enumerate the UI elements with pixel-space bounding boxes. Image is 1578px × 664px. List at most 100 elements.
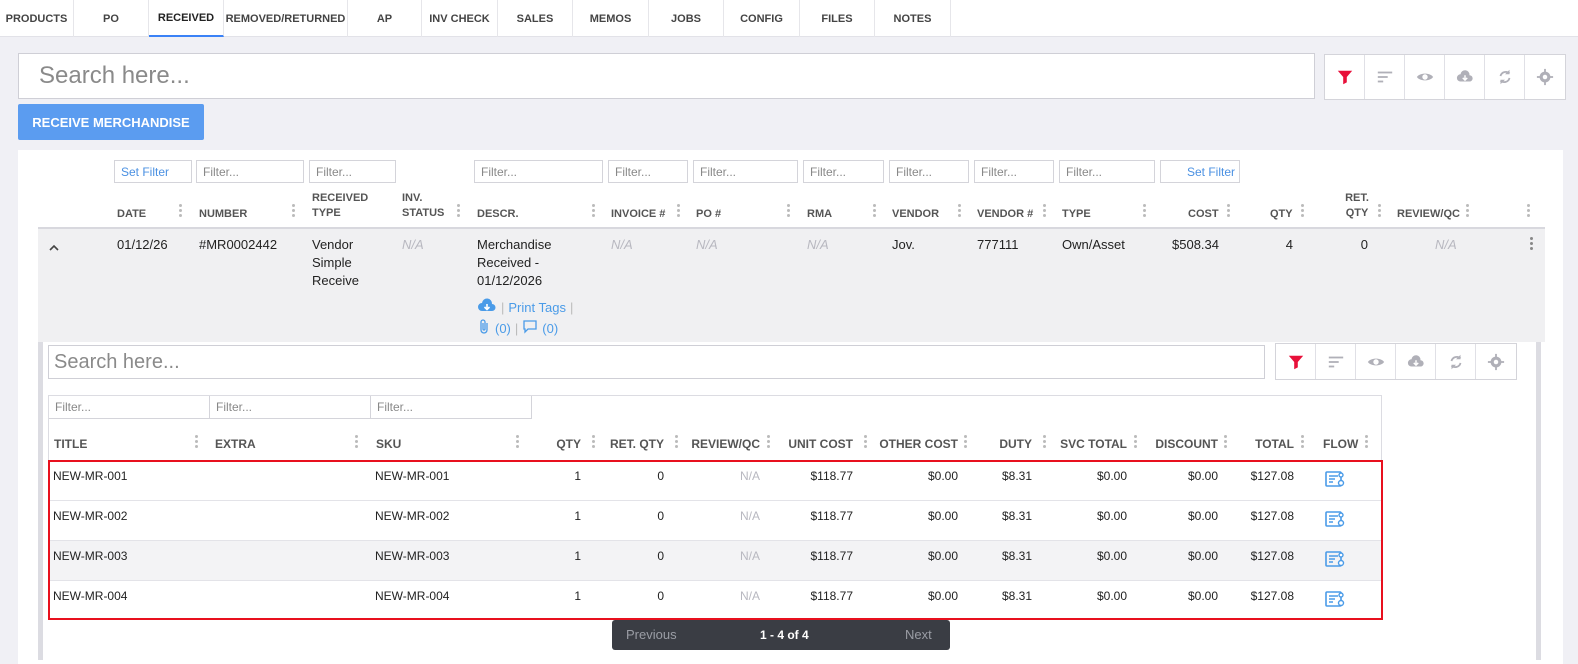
- refresh-icon[interactable]: [1485, 55, 1525, 99]
- sub-search-input[interactable]: Search here...: [48, 345, 1265, 379]
- invoice-filter[interactable]: Filter...: [608, 160, 688, 183]
- col-type[interactable]: TYPE: [1062, 207, 1091, 222]
- next-button[interactable]: Next: [905, 627, 932, 642]
- item-sku-link[interactable]: NEW-MR-001: [375, 469, 449, 483]
- col-date[interactable]: DATE: [117, 207, 146, 222]
- table-row[interactable]: NEW-MR-002 NEW-MR-002 1 0 N/A $118.77 $0…: [49, 500, 1381, 540]
- gear-icon[interactable]: [1525, 55, 1565, 99]
- sub-col-total[interactable]: TOTAL: [1230, 437, 1294, 451]
- po-filter[interactable]: Filter...: [693, 160, 798, 183]
- cloud-download-icon[interactable]: [1445, 55, 1485, 99]
- row-menu-icon[interactable]: [1530, 237, 1533, 252]
- column-resize-handle[interactable]: [355, 435, 358, 450]
- col-rma[interactable]: RMA: [807, 207, 832, 222]
- column-resize-handle[interactable]: [675, 435, 678, 450]
- filter-icon[interactable]: [1325, 55, 1365, 99]
- column-resize-handle[interactable]: [873, 204, 876, 219]
- sub-col-ret-qty[interactable]: RET. QTY: [600, 437, 664, 451]
- tab-ap[interactable]: AP: [348, 0, 422, 37]
- tab-products[interactable]: PRODUCTS: [0, 0, 74, 37]
- sub-col-extra[interactable]: EXTRA: [215, 437, 256, 451]
- column-resize-handle[interactable]: [179, 204, 182, 219]
- column-resize-handle[interactable]: [964, 435, 967, 450]
- tab-po[interactable]: PO: [74, 0, 149, 37]
- number-filter[interactable]: Filter...: [196, 160, 304, 183]
- col-received-type[interactable]: RECEIVED TYPE: [312, 191, 372, 221]
- column-resize-handle[interactable]: [292, 204, 295, 219]
- tab-received[interactable]: RECEIVED: [149, 0, 224, 37]
- filter-icon[interactable]: [1276, 344, 1316, 379]
- item-sku-link[interactable]: NEW-MR-004: [375, 589, 449, 603]
- column-resize-handle[interactable]: [958, 204, 961, 219]
- vendor-number-filter[interactable]: Filter...: [974, 160, 1054, 183]
- col-po[interactable]: PO #: [696, 207, 721, 222]
- col-review-qc[interactable]: REVIEW/QC: [1397, 207, 1460, 222]
- column-resize-handle[interactable]: [864, 435, 867, 450]
- col-number[interactable]: NUMBER: [199, 207, 247, 222]
- column-resize-handle[interactable]: [1043, 204, 1046, 219]
- sub-col-flow[interactable]: FLOW: [1323, 437, 1358, 451]
- table-row[interactable]: NEW-MR-004 NEW-MR-004 1 0 N/A $118.77 $0…: [49, 580, 1381, 620]
- cloud-download-icon[interactable]: [477, 297, 497, 318]
- search-input[interactable]: Search here...: [18, 53, 1315, 99]
- eye-icon[interactable]: [1356, 344, 1396, 379]
- sub-col-duty[interactable]: DUTY: [970, 437, 1032, 451]
- paperclip-icon[interactable]: [477, 318, 491, 339]
- tab-inv-check[interactable]: INV CHECK: [422, 0, 498, 37]
- column-resize-handle[interactable]: [767, 435, 770, 450]
- column-resize-handle[interactable]: [1134, 435, 1137, 450]
- type-filter[interactable]: Filter...: [1059, 160, 1155, 183]
- tab-sales[interactable]: SALES: [498, 0, 573, 37]
- cloud-download-icon[interactable]: [1396, 344, 1436, 379]
- title-filter[interactable]: Filter...: [49, 396, 210, 419]
- item-sku-link[interactable]: NEW-MR-003: [375, 549, 449, 563]
- column-resize-handle[interactable]: [1378, 204, 1381, 219]
- tab-jobs[interactable]: JOBS: [649, 0, 724, 37]
- column-resize-handle[interactable]: [1365, 435, 1368, 450]
- previous-button[interactable]: Previous: [626, 627, 677, 642]
- receive-merchandise-button[interactable]: RECEIVE MERCHANDISE: [18, 104, 204, 140]
- gear-icon[interactable]: [1476, 344, 1516, 379]
- col-cost[interactable]: COST: [1188, 207, 1219, 222]
- sub-col-svc-total[interactable]: SVC TOTAL: [1050, 437, 1127, 451]
- set-filter-button-2[interactable]: Set Filter: [1160, 160, 1240, 183]
- column-resize-handle[interactable]: [1301, 435, 1304, 450]
- column-resize-handle[interactable]: [1227, 204, 1230, 219]
- column-resize-handle[interactable]: [677, 204, 680, 219]
- flow-icon[interactable]: [1324, 550, 1346, 573]
- sub-col-other-cost[interactable]: OTHER COST: [870, 437, 958, 451]
- sub-col-discount[interactable]: DISCOUNT: [1140, 437, 1218, 451]
- column-resize-handle[interactable]: [1301, 204, 1304, 219]
- print-tags-link[interactable]: Print Tags: [508, 299, 566, 317]
- sub-col-sku[interactable]: SKU: [376, 437, 401, 451]
- column-resize-handle[interactable]: [1466, 204, 1469, 219]
- column-resize-handle[interactable]: [457, 204, 460, 219]
- item-sku-link[interactable]: NEW-MR-002: [375, 509, 449, 523]
- sort-icon[interactable]: [1316, 344, 1356, 379]
- column-resize-handle[interactable]: [195, 435, 198, 450]
- column-menu-handle[interactable]: [1527, 204, 1530, 219]
- table-row[interactable]: NEW-MR-003 NEW-MR-003 1 0 N/A $118.77 $0…: [49, 540, 1381, 580]
- col-inv-status[interactable]: INV. STATUS: [402, 191, 452, 221]
- column-resize-handle[interactable]: [1043, 435, 1046, 450]
- col-ret-qty[interactable]: RET. QTY: [1345, 191, 1369, 221]
- sort-icon[interactable]: [1365, 55, 1405, 99]
- tab-files[interactable]: FILES: [800, 0, 875, 37]
- flow-icon[interactable]: [1324, 510, 1346, 533]
- col-vendor[interactable]: VENDOR: [892, 207, 939, 222]
- descr-filter[interactable]: Filter...: [474, 160, 603, 183]
- comments-count[interactable]: (0): [542, 320, 558, 338]
- rma-filter[interactable]: Filter...: [803, 160, 884, 183]
- received-type-filter[interactable]: Filter...: [309, 160, 396, 183]
- extra-filter[interactable]: Filter...: [210, 396, 371, 419]
- column-resize-handle[interactable]: [787, 204, 790, 219]
- eye-icon[interactable]: [1405, 55, 1445, 99]
- column-resize-handle[interactable]: [516, 435, 519, 450]
- col-vendor-number[interactable]: VENDOR #: [977, 207, 1033, 222]
- vendor-filter[interactable]: Filter...: [889, 160, 969, 183]
- col-invoice[interactable]: INVOICE #: [611, 207, 665, 222]
- comment-icon[interactable]: [522, 319, 538, 339]
- col-descr[interactable]: DESCR.: [477, 207, 519, 222]
- sub-col-title[interactable]: TITLE: [54, 437, 87, 451]
- collapse-chevron-icon[interactable]: [48, 241, 60, 259]
